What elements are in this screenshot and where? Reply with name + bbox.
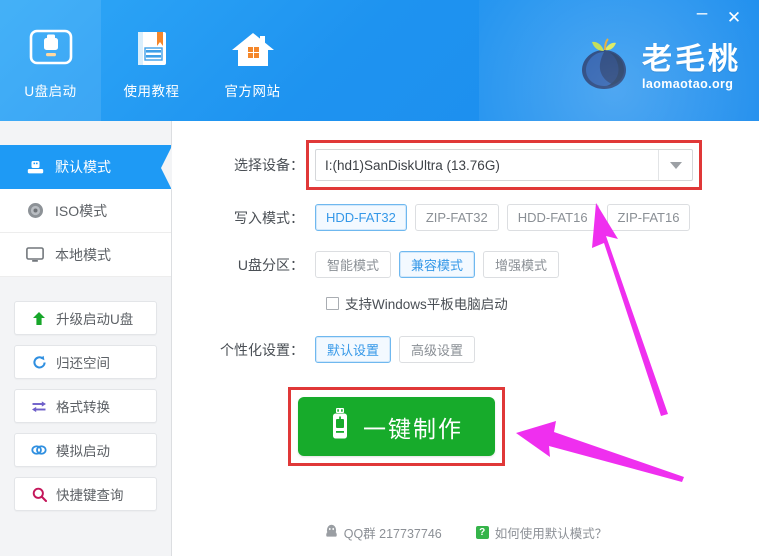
- tablet-support-checkbox[interactable]: 支持Windows平板电脑启动: [326, 293, 508, 313]
- sidebar: 默认模式 ISO模式 本地模式 升级启动U盘 归还空间 格式转换 模拟启动 快捷…: [0, 121, 172, 556]
- nav-tab-usb-boot-label: U盘启动: [24, 83, 77, 99]
- write-mode-row: 写入模式： HDD-FAT32 ZIP-FAT32 HDD-FAT16 ZIP-…: [215, 204, 691, 231]
- make-button-wrapper: 一键制作: [288, 387, 505, 466]
- nav-tab-tutorial[interactable]: 使用教程: [101, 0, 202, 121]
- write-mode-option-zip-fat32[interactable]: ZIP-FAT32: [414, 204, 499, 231]
- one-key-make-label: 一键制作: [363, 416, 463, 443]
- partition-option-enhanced[interactable]: 增强模式: [483, 251, 559, 278]
- write-mode-label: 写入模式：: [234, 209, 304, 226]
- qq-penguin-icon: [325, 524, 338, 541]
- device-select-wrapper: I:(hd1)SanDiskUltra (13.76G): [306, 140, 702, 190]
- sidebar-tool-simulate-boot-label: 模拟启动: [56, 444, 110, 459]
- partition-option-compatible[interactable]: 兼容模式: [399, 251, 475, 278]
- tablet-support-checkbox-label: 支持Windows平板电脑启动: [345, 297, 508, 312]
- brand-logo: 老毛桃 laomaotao.org: [574, 36, 741, 99]
- brand-logo-text: 老毛桃 laomaotao.org: [642, 44, 741, 91]
- partition-row: U盘分区： 智能模式 兼容模式 增强模式: [215, 251, 559, 278]
- sidebar-mode-list: 默认模式 ISO模式 本地模式: [0, 145, 171, 277]
- sidebar-tool-restore-space[interactable]: 归还空间: [14, 345, 157, 379]
- nav-tab-official-site[interactable]: 官方网站: [202, 0, 303, 121]
- tutorial-book-icon: [130, 26, 174, 74]
- sidebar-tool-hotkey-query-label: 快捷键查询: [56, 488, 124, 503]
- up-arrow-icon: [31, 311, 47, 326]
- footer-qq-group-label: QQ群 217737746: [343, 527, 442, 541]
- search-icon: [31, 487, 47, 502]
- usb-boot-icon: [28, 26, 74, 74]
- write-mode-option-zip-fat16[interactable]: ZIP-FAT16: [606, 204, 691, 231]
- sidebar-item-default-mode[interactable]: 默认模式: [0, 145, 171, 189]
- laomaotao-usb-boot-app: U盘启动 使用教程 官方网站 – ✕ 老毛桃 laomaotao.org 默认模…: [0, 0, 759, 556]
- peach-logo-icon: [574, 36, 636, 99]
- sidebar-tool-simulate-boot[interactable]: 模拟启动: [14, 433, 157, 467]
- chevron-down-icon[interactable]: [658, 150, 692, 180]
- partition-row-label: U盘分区：: [237, 256, 304, 273]
- sidebar-tool-format-convert-label: 格式转换: [56, 400, 110, 415]
- personalize-option-advanced[interactable]: 高级设置: [399, 336, 475, 363]
- device-select[interactable]: I:(hd1)SanDiskUltra (13.76G): [315, 149, 693, 181]
- footer-help-link[interactable]: ? 如何使用默认模式？: [475, 523, 608, 542]
- sidebar-tool-restore-space-label: 归还空间: [56, 356, 110, 371]
- sidebar-item-default-mode-label: 默认模式: [55, 159, 111, 175]
- home-icon: [230, 26, 276, 74]
- device-select-value: I:(hd1)SanDiskUltra (13.76G): [325, 157, 500, 173]
- refresh-icon: [31, 355, 47, 370]
- brand-name: 老毛桃: [642, 42, 741, 78]
- window-controls: – ✕: [687, 4, 749, 30]
- checkbox-box[interactable]: [326, 296, 339, 310]
- footer-help-link-label: 如何使用默认模式？: [494, 527, 608, 541]
- write-mode-options: HDD-FAT32 ZIP-FAT32 HDD-FAT16 ZIP-FAT16: [315, 204, 691, 231]
- header-nav-tabs: U盘启动 使用教程 官方网站: [0, 0, 303, 121]
- sidebar-tool-list: 升级启动U盘 归还空间 格式转换 模拟启动 快捷键查询: [0, 301, 171, 511]
- app-header: U盘启动 使用教程 官方网站 – ✕ 老毛桃 laomaotao.org: [0, 0, 759, 121]
- sidebar-item-iso-mode-label: ISO模式: [55, 202, 108, 219]
- usb-stick-icon: [330, 408, 350, 445]
- personalize-row-label: 个性化设置：: [220, 341, 304, 358]
- transfer-icon: [31, 399, 47, 414]
- link-icon: [31, 443, 47, 457]
- device-row-label: 选择设备：: [234, 157, 304, 173]
- nav-tab-official-site-label: 官方网站: [224, 83, 281, 99]
- question-badge-icon: ?: [475, 526, 489, 539]
- monitor-icon: [26, 246, 44, 263]
- disc-icon: [26, 202, 44, 219]
- caret-shape: [669, 161, 682, 169]
- partition-option-smart[interactable]: 智能模式: [315, 251, 391, 278]
- footer: QQ群 217737746 ? 如何使用默认模式？: [173, 523, 759, 542]
- main-panel: 选择设备： I:(hd1)SanDiskUltra (13.76G) 写入模式：…: [173, 121, 759, 556]
- footer-qq-group[interactable]: QQ群 217737746: [325, 523, 442, 542]
- personalize-options: 默认设置 高级设置: [315, 336, 475, 363]
- sidebar-tool-hotkey-query[interactable]: 快捷键查询: [14, 477, 157, 511]
- one-key-make-button[interactable]: 一键制作: [298, 397, 495, 456]
- sidebar-item-local-mode[interactable]: 本地模式: [0, 233, 171, 277]
- usb-device-icon: [26, 160, 44, 175]
- personalize-row: 个性化设置： 默认设置 高级设置: [215, 336, 475, 363]
- device-row: 选择设备： I:(hd1)SanDiskUltra (13.76G): [215, 140, 702, 190]
- minimize-button[interactable]: –: [687, 4, 717, 30]
- close-button[interactable]: ✕: [719, 4, 749, 30]
- sidebar-item-local-mode-label: 本地模式: [55, 246, 111, 263]
- nav-tab-tutorial-label: 使用教程: [123, 83, 180, 99]
- write-mode-option-hdd-fat32[interactable]: HDD-FAT32: [315, 204, 407, 231]
- sidebar-item-iso-mode[interactable]: ISO模式: [0, 189, 171, 233]
- sidebar-tool-format-convert[interactable]: 格式转换: [14, 389, 157, 423]
- write-mode-option-hdd-fat16[interactable]: HDD-FAT16: [506, 204, 599, 231]
- nav-tab-usb-boot[interactable]: U盘启动: [0, 0, 101, 121]
- sidebar-tool-upgrade-usb[interactable]: 升级启动U盘: [14, 301, 157, 335]
- personalize-option-default[interactable]: 默认设置: [315, 336, 391, 363]
- sidebar-tool-upgrade-usb-label: 升级启动U盘: [56, 312, 134, 327]
- partition-options: 智能模式 兼容模式 增强模式: [315, 251, 559, 278]
- brand-url: laomaotao.org: [642, 76, 734, 91]
